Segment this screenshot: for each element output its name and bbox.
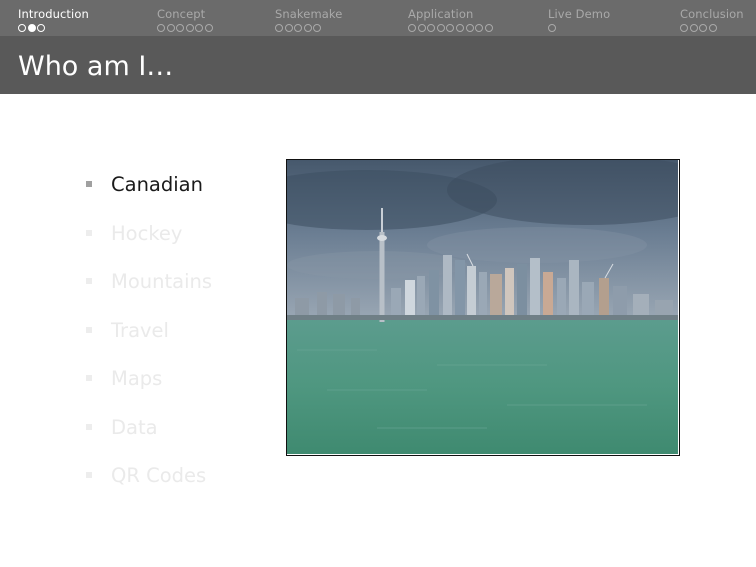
nav-slide-dots [275,24,323,32]
square-bullet-icon [86,472,92,478]
nav-section-label: Snakemake [275,7,343,21]
nav-slide-dots [548,24,558,32]
nav-slide-dot[interactable] [689,24,698,32]
nav-section-label: Application [408,7,474,21]
nav-slide-dot[interactable] [195,24,204,32]
square-bullet-icon [86,229,92,236]
square-bullet-icon [86,423,92,430]
nav-slide-dot[interactable] [275,24,283,32]
nav-slide-dot[interactable] [185,24,194,32]
bullet-label: QR Codes [111,464,207,487]
bullet-label: Data [111,415,158,439]
bullet-label: Maps [111,367,163,390]
bullet-label: Canadian [111,173,203,196]
nav-slide-dot[interactable] [294,24,303,32]
nav-slide-dot[interactable] [417,24,426,32]
nav-slide-dot[interactable] [548,24,556,32]
nav-section-label: Conclusion [680,7,744,21]
nav-slide-dot[interactable] [37,24,46,32]
square-bullet-icon [86,375,92,381]
nav-slide-dots [157,24,215,32]
nav-slide-dot[interactable] [408,24,416,32]
nav-slide-dot[interactable] [166,24,175,32]
slide-title: Who am I… [18,51,174,82]
toronto-skyline-photo [286,159,680,456]
square-bullet-icon [86,326,92,333]
nav-slide-dot[interactable] [699,24,708,32]
square-bullet-icon [86,278,92,284]
nav-slide-dot[interactable] [436,24,445,32]
nav-section-label: Live Demo [548,7,611,21]
section-navigation-bar: Introduction Concept Snakemake Applicati… [0,0,756,36]
nav-slide-dots [18,24,47,32]
frame-title-bar: Who am I… [0,36,756,94]
nav-slide-dot[interactable] [484,24,493,32]
nav-section-label: Introduction [18,7,89,21]
nav-slide-dots [680,24,718,32]
nav-slide-dot[interactable] [284,24,293,32]
nav-slide-dot[interactable] [680,24,688,32]
nav-slide-dot[interactable] [708,24,717,32]
bullet-label: Travel [111,318,169,342]
nav-section-label: Concept [157,7,206,21]
bullet-label: Mountains [111,270,213,293]
nav-slide-dot[interactable] [303,24,312,32]
square-bullet-icon [86,181,92,187]
bullet-label: Hockey [111,221,183,245]
nav-current-slide-dot[interactable] [27,24,36,32]
nav-slide-dot[interactable] [427,24,436,32]
nav-slide-dot[interactable] [18,24,26,32]
nav-slide-dot[interactable] [455,24,464,32]
nav-slide-dots [408,24,494,32]
nav-slide-dot[interactable] [204,24,213,32]
nav-slide-dot[interactable] [176,24,185,32]
nav-slide-dot[interactable] [465,24,474,32]
nav-slide-dot[interactable] [446,24,455,32]
nav-slide-dot[interactable] [313,24,322,32]
nav-slide-dot[interactable] [157,24,165,32]
nav-slide-dot[interactable] [475,24,484,32]
